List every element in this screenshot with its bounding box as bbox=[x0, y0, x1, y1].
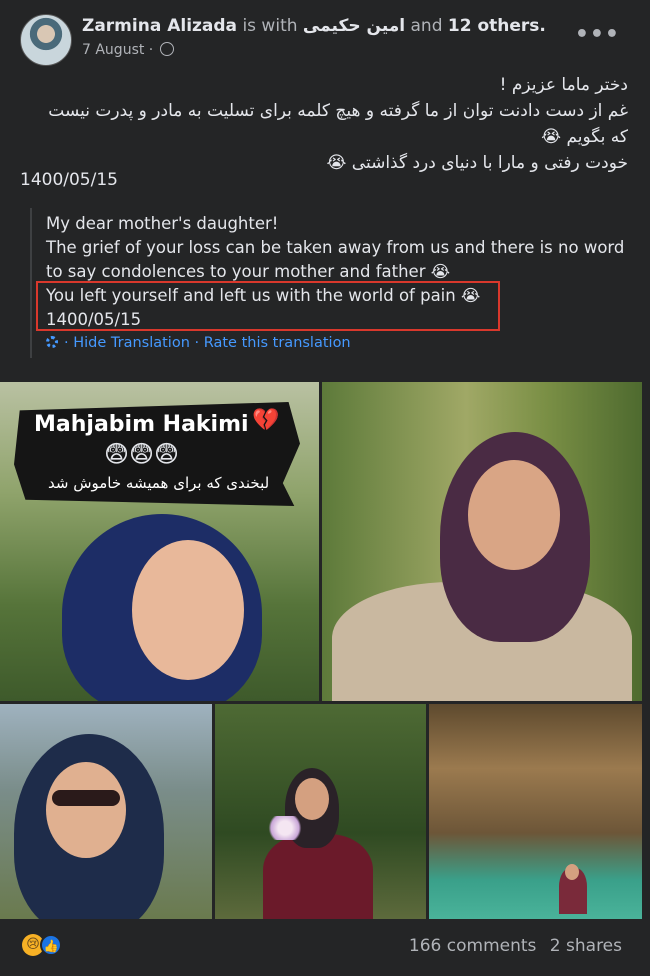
face bbox=[295, 778, 329, 820]
author-name[interactable]: Zarmina Alizada bbox=[82, 16, 237, 36]
persian-line: خودت رفتی و مارا با دنیای درد گذاشتی 😭 bbox=[326, 153, 628, 173]
shares-count[interactable]: 2 shares bbox=[550, 936, 622, 956]
post-text-persian: دختر ماما عزیزم ! غم از دست دادنت توان ا… bbox=[28, 72, 628, 176]
facebook-post: Zarmina Alizada is with امین حکیمی and 1… bbox=[0, 0, 650, 976]
photo-5[interactable] bbox=[429, 704, 642, 919]
tagged-name[interactable]: امین حکیمی bbox=[303, 16, 405, 36]
post-date-text: 1400/05/15 bbox=[20, 170, 118, 190]
and-text: and bbox=[410, 16, 443, 36]
photo-2[interactable] bbox=[322, 382, 642, 701]
persian-line: دختر ماما عزیزم ! bbox=[499, 75, 628, 95]
highlight-box bbox=[36, 281, 500, 331]
comments-count[interactable]: 166 comments bbox=[409, 936, 536, 956]
translation-links: · Hide Translation · Rate this translati… bbox=[46, 335, 351, 351]
post-date[interactable]: 7 August · bbox=[82, 42, 153, 58]
rate-translation-link[interactable]: · Rate this translation bbox=[195, 335, 351, 351]
banner-persian-text: لبخندی که برای همیشه خاموش شد bbox=[48, 474, 270, 492]
face bbox=[468, 460, 560, 570]
more-options-icon[interactable]: ••• bbox=[575, 22, 620, 47]
globe-icon bbox=[159, 42, 174, 56]
face bbox=[565, 864, 579, 880]
author-line: Zarmina Alizada is with امین حکیمی and 1… bbox=[82, 16, 546, 36]
reactions[interactable]: 😢 👍 bbox=[22, 934, 66, 958]
face bbox=[46, 762, 126, 858]
translation-line: The grief of your loss can be taken away… bbox=[46, 238, 625, 257]
translation-block: My dear mother's daughter! The grief of … bbox=[30, 208, 632, 358]
banner-title: Mahjabim Hakimi bbox=[34, 412, 249, 437]
translation-line: My dear mother's daughter! bbox=[46, 214, 279, 233]
flowers bbox=[265, 816, 305, 840]
post-footer: 😢 👍 166 comments 2 shares bbox=[0, 920, 650, 976]
post-stats: 166 comments 2 shares bbox=[401, 936, 622, 956]
post-meta: 7 August · bbox=[82, 42, 174, 58]
hide-translation-link[interactable]: · Hide Translation bbox=[64, 335, 190, 351]
is-with-text: is with bbox=[242, 16, 298, 36]
like-reaction-icon: 👍 bbox=[40, 934, 62, 956]
photo-4[interactable] bbox=[215, 704, 426, 919]
post-header: Zarmina Alizada is with امین حکیمی and 1… bbox=[20, 14, 630, 70]
others-link[interactable]: 12 others. bbox=[448, 16, 546, 36]
broken-heart-icon: 💔 bbox=[252, 408, 280, 433]
face bbox=[132, 540, 244, 680]
gear-icon[interactable] bbox=[46, 336, 58, 348]
photo-3[interactable] bbox=[0, 704, 212, 919]
photo-1[interactable]: Mahjabim Hakimi 💔 😨😨😨 لبخندی که برای همی… bbox=[0, 382, 319, 701]
sunglasses bbox=[52, 790, 120, 806]
fearful-face-emojis: 😨😨😨 bbox=[104, 440, 180, 468]
persian-line: غم از دست دادنت توان از ما گرفته و هیچ ک… bbox=[42, 101, 628, 147]
author-avatar[interactable] bbox=[20, 14, 72, 66]
